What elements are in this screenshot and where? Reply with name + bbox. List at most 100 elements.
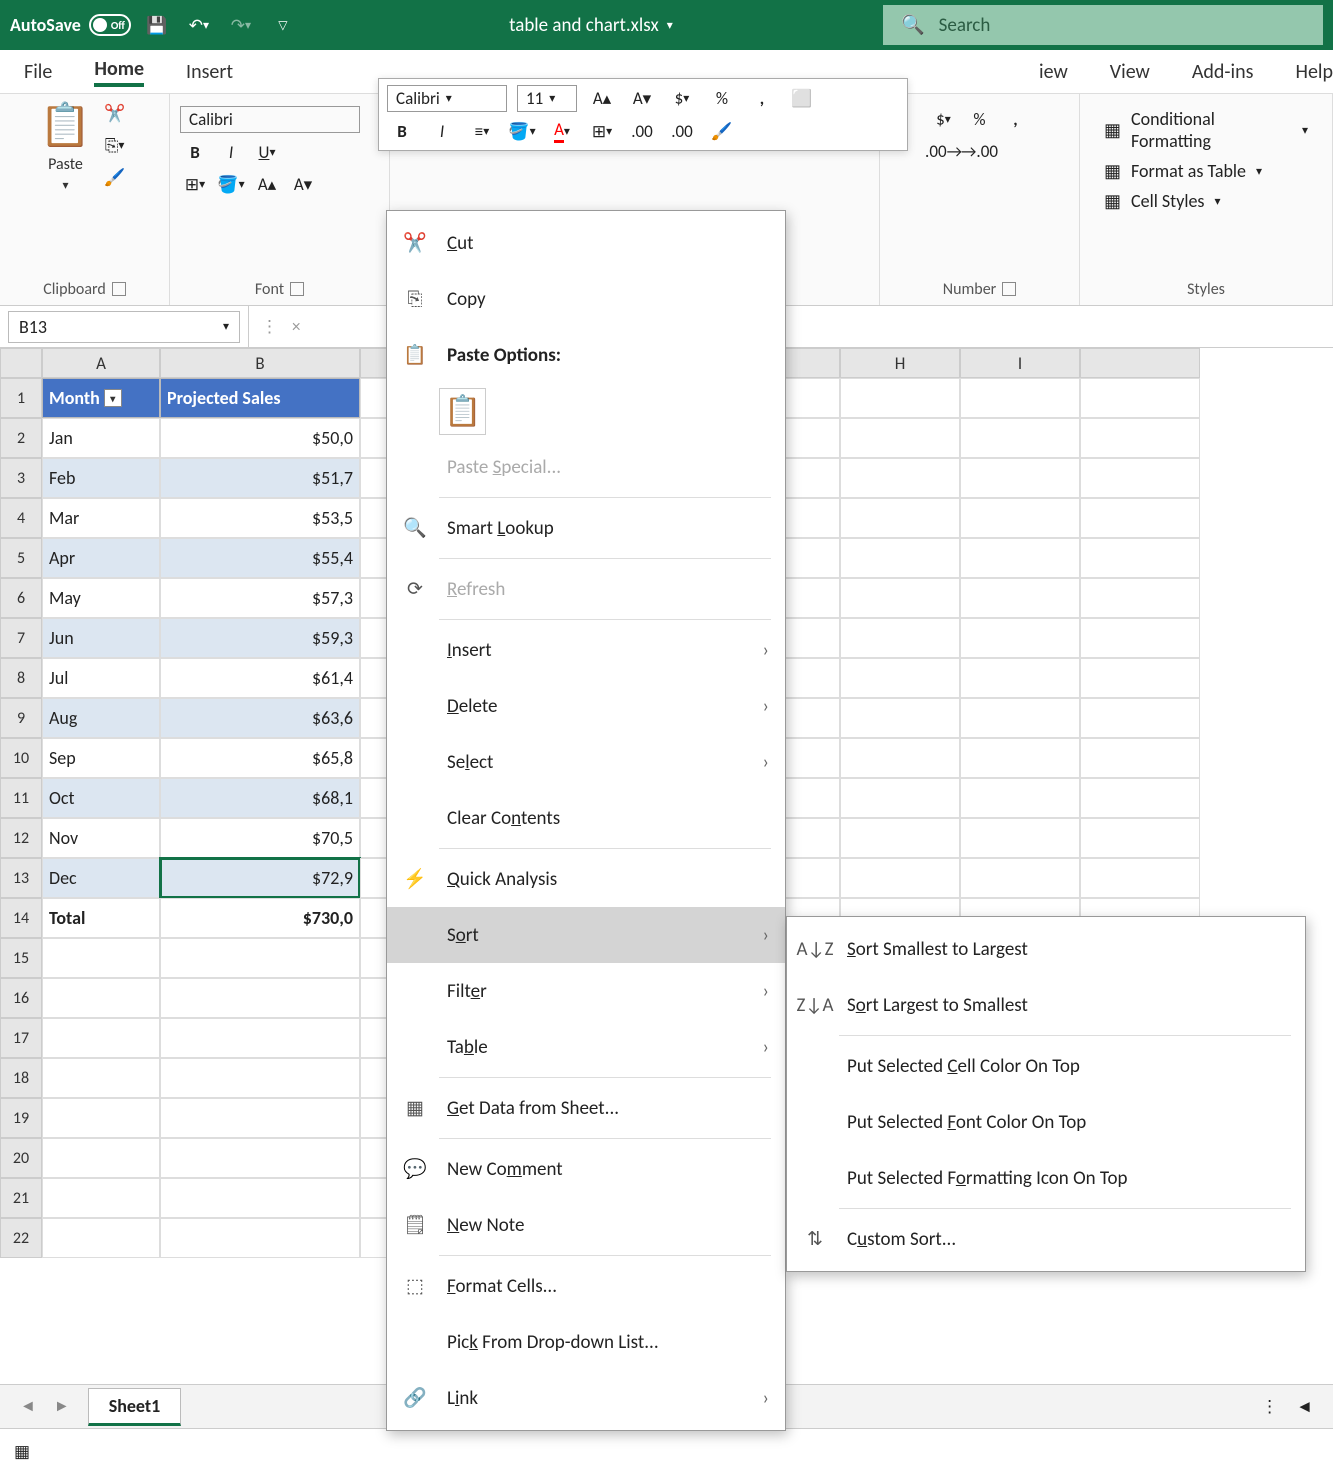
cell[interactable] (160, 978, 360, 1018)
cell[interactable] (42, 1138, 160, 1178)
bold-button[interactable]: B (180, 139, 210, 165)
font-launcher-icon[interactable] (290, 282, 304, 296)
comma-button[interactable]: , (1001, 106, 1031, 132)
cell[interactable] (1080, 658, 1200, 698)
cell[interactable] (840, 458, 960, 498)
row-header[interactable]: 15 (0, 938, 42, 978)
row-header[interactable]: 3 (0, 458, 42, 498)
cell[interactable]: Feb (42, 458, 160, 498)
cell[interactable] (960, 658, 1080, 698)
mini-currency-icon[interactable]: $▾ (667, 86, 697, 112)
cell[interactable] (960, 458, 1080, 498)
col-header[interactable]: I (960, 348, 1080, 378)
cell[interactable]: Sep (42, 738, 160, 778)
cell[interactable]: Total (42, 898, 160, 938)
cell[interactable] (840, 698, 960, 738)
row-header[interactable]: 7 (0, 618, 42, 658)
cell[interactable] (840, 738, 960, 778)
cell[interactable] (1080, 698, 1200, 738)
mini-italic-icon[interactable]: I (427, 118, 457, 144)
row-header[interactable]: 21 (0, 1178, 42, 1218)
cell[interactable] (840, 858, 960, 898)
row-header[interactable]: 12 (0, 818, 42, 858)
cell[interactable] (1080, 858, 1200, 898)
col-header[interactable]: A (42, 348, 160, 378)
cell[interactable]: Dec (42, 858, 160, 898)
cell[interactable] (960, 818, 1080, 858)
table-header[interactable]: Month▾ (42, 378, 160, 418)
row-header[interactable]: 10 (0, 738, 42, 778)
autosave-toggle[interactable]: AutoSave Off (10, 14, 131, 36)
row-header[interactable]: 16 (0, 978, 42, 1018)
ctx-table[interactable]: Table› (387, 1019, 785, 1075)
cell[interactable]: $70,5 (160, 818, 360, 858)
mini-inc-decimal-icon[interactable]: .00 (627, 118, 657, 144)
cell[interactable] (840, 418, 960, 458)
cell[interactable] (840, 578, 960, 618)
cell[interactable]: Aug (42, 698, 160, 738)
cell[interactable] (1080, 738, 1200, 778)
mini-format-painter-icon[interactable]: 🖌️ (707, 118, 737, 144)
cell[interactable] (42, 978, 160, 1018)
cell[interactable]: $53,5 (160, 498, 360, 538)
clipboard-launcher-icon[interactable] (112, 282, 126, 296)
cell[interactable] (840, 538, 960, 578)
cell-styles-button[interactable]: ▦Cell Styles▾ (1104, 190, 1221, 212)
cell[interactable] (840, 378, 960, 418)
mini-merge-icon[interactable]: ⬜ (787, 86, 817, 112)
ctx-select[interactable]: Select› (387, 734, 785, 790)
mini-font-size[interactable]: 11▾ (517, 85, 577, 112)
sort-custom[interactable]: ⇅Custom Sort... (787, 1211, 1305, 1267)
cell[interactable] (960, 618, 1080, 658)
cell[interactable]: $63,6 (160, 698, 360, 738)
cell[interactable] (840, 658, 960, 698)
toggle-switch[interactable]: Off (89, 14, 131, 36)
tab-help[interactable]: Help (1295, 60, 1333, 84)
currency-button[interactable]: $▾ (929, 106, 959, 132)
copy-icon[interactable]: ⎘▾ (100, 132, 130, 158)
row-header[interactable]: 20 (0, 1138, 42, 1178)
mini-font-color-icon[interactable]: A▾ (547, 118, 577, 144)
sheet-menu-icon[interactable]: ⋮ (1261, 1396, 1278, 1417)
sort-ascending[interactable]: A↓ZSort Smallest to Largest (787, 921, 1305, 977)
italic-button[interactable]: I (216, 139, 246, 165)
row-header[interactable]: 18 (0, 1058, 42, 1098)
cell[interactable] (42, 1098, 160, 1138)
tab-addins[interactable]: Add-ins (1192, 60, 1254, 84)
row-header[interactable]: 6 (0, 578, 42, 618)
cell[interactable] (840, 778, 960, 818)
mini-grow-font-icon[interactable]: A▴ (587, 86, 617, 112)
cell[interactable] (42, 938, 160, 978)
ctx-quick-analysis[interactable]: ⚡Quick Analysis (387, 851, 785, 907)
paste-default-icon[interactable]: 📋 (439, 388, 486, 435)
undo-icon[interactable]: ↶▾ (183, 9, 215, 41)
sort-cell-color[interactable]: Put Selected Cell Color On Top (787, 1038, 1305, 1094)
cell[interactable]: $50,0 (160, 418, 360, 458)
row-header[interactable]: 22 (0, 1218, 42, 1258)
scroll-left-icon[interactable]: ◄ (1296, 1396, 1313, 1417)
mini-dec-decimal-icon[interactable]: .00 (667, 118, 697, 144)
cell[interactable] (42, 1218, 160, 1258)
cell[interactable]: $72,9 (160, 858, 360, 898)
ctx-filter[interactable]: Filter› (387, 963, 785, 1019)
cell[interactable]: $59,3 (160, 618, 360, 658)
sort-descending[interactable]: Z↓ASort Largest to Smallest (787, 977, 1305, 1033)
cell[interactable] (160, 1098, 360, 1138)
mini-shrink-font-icon[interactable]: A▾ (627, 86, 657, 112)
ctx-copy[interactable]: ⎘Copy (387, 271, 785, 327)
cell[interactable] (1080, 378, 1200, 418)
number-launcher-icon[interactable] (1002, 282, 1016, 296)
ctx-link[interactable]: 🔗Link› (387, 1370, 785, 1426)
mini-fill-icon[interactable]: 🪣▾ (507, 118, 537, 144)
cell[interactable] (42, 1178, 160, 1218)
filename[interactable]: table and chart.xlsx▾ (309, 14, 873, 37)
font-shrink-icon[interactable]: A▾ (288, 171, 318, 197)
cell[interactable]: Apr (42, 538, 160, 578)
cell[interactable] (960, 578, 1080, 618)
cell[interactable] (1080, 458, 1200, 498)
cell[interactable]: Jan (42, 418, 160, 458)
cell[interactable]: Jun (42, 618, 160, 658)
cell[interactable]: $55,4 (160, 538, 360, 578)
cell[interactable]: $730,0 (160, 898, 360, 938)
cell[interactable] (1080, 818, 1200, 858)
